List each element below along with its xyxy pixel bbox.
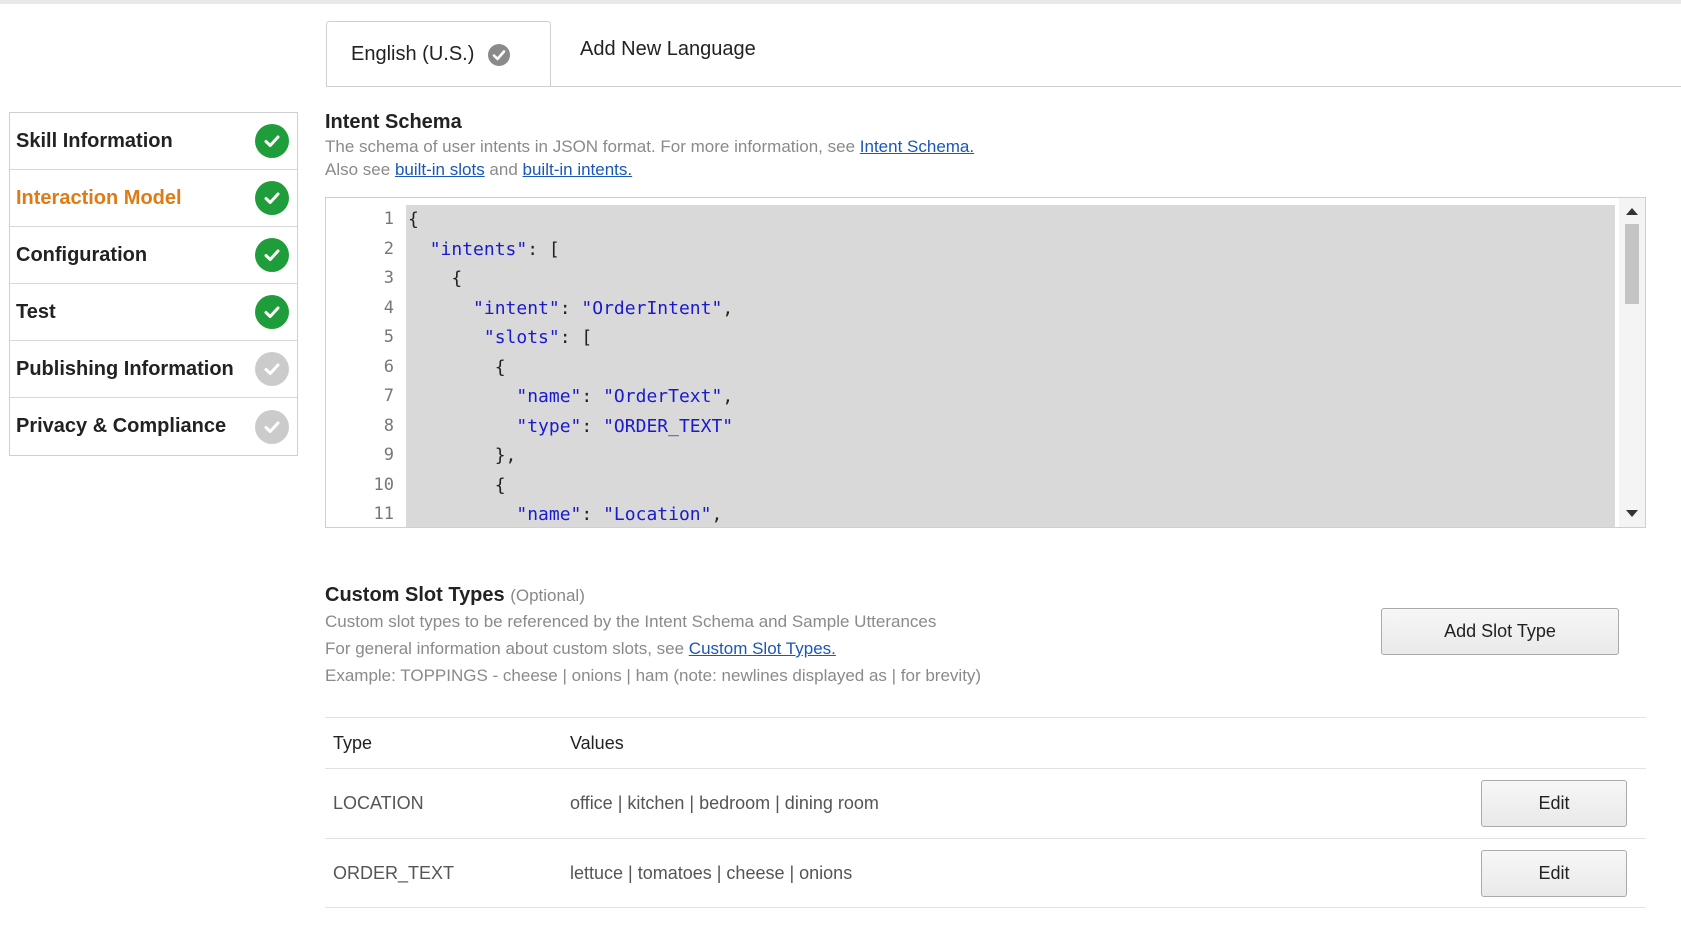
- intent-schema-title: Intent Schema: [325, 111, 462, 133]
- optional-label: (Optional): [510, 586, 585, 605]
- sidebar-item-label: Test: [16, 300, 56, 323]
- custom-slots-info: For general information about custom slo…: [325, 637, 836, 660]
- check-circle-icon: [255, 295, 289, 329]
- desc-text: For general information about custom slo…: [325, 639, 689, 658]
- slot-types-table: Type Values LOCATION office | kitchen | …: [325, 717, 1646, 908]
- custom-slots-description: Custom slot types to be referenced by th…: [325, 612, 937, 631]
- code-line: "intent": "OrderIntent",: [473, 297, 734, 319]
- line-number: 3: [383, 268, 394, 288]
- tab-english-us[interactable]: English (U.S.): [326, 21, 551, 87]
- sidebar-item-skill-information[interactable]: Skill Information: [10, 113, 297, 170]
- built-in-slots-link[interactable]: built-in slots: [395, 160, 485, 179]
- custom-slot-types-link[interactable]: Custom Slot Types.: [689, 639, 836, 658]
- line-number-gutter: 1 2 3 4 5 6 7 8 9 10 11: [326, 205, 402, 527]
- check-circle-icon: [255, 352, 289, 386]
- add-slot-type-button[interactable]: Add Slot Type: [1381, 608, 1619, 655]
- check-circle-icon: [255, 124, 289, 158]
- line-number: 2: [383, 238, 394, 259]
- section-title-text: Custom Slot Types: [325, 584, 505, 606]
- code-line: {: [408, 268, 463, 289]
- custom-slot-types-title: Custom Slot Types (Optional): [325, 584, 585, 607]
- line-number: 8: [383, 415, 394, 436]
- table-header-row: Type Values: [325, 717, 1646, 768]
- line-number: 9: [383, 445, 394, 465]
- desc-text: and: [484, 160, 523, 179]
- sidebar-item-publishing-information[interactable]: Publishing Information: [10, 341, 297, 398]
- code-line: "name": "Location",: [516, 504, 723, 525]
- custom-slots-example: Example: TOPPINGS - cheese | onions | ha…: [325, 666, 982, 685]
- edit-button[interactable]: Edit: [1481, 780, 1627, 827]
- intent-schema-description: The schema of user intents in JSON forma…: [325, 135, 974, 158]
- tabs-divider: [326, 86, 1681, 87]
- intent-schema-editor[interactable]: 1 2 3 4 5 6 7 8 9 10 11 { "intents": [ {…: [325, 197, 1646, 528]
- line-number: 7: [383, 386, 394, 406]
- desc-text: Also see: [325, 160, 395, 179]
- built-in-description: Also see built-in slots and built-in int…: [325, 158, 632, 181]
- tab-add-new-language[interactable]: Add New Language: [580, 38, 756, 61]
- code-line: },: [408, 445, 517, 466]
- line-number: 11: [373, 504, 394, 524]
- check-circle-icon: [255, 181, 289, 215]
- sidebar-item-configuration[interactable]: Configuration: [10, 227, 297, 284]
- edit-button[interactable]: Edit: [1481, 850, 1627, 897]
- code-line: {: [408, 209, 419, 230]
- sidebar-item-label: Skill Information: [16, 129, 173, 152]
- slot-type-cell: ORDER_TEXT: [333, 862, 455, 883]
- column-header-type: Type: [333, 732, 373, 753]
- line-number: 1: [383, 209, 394, 229]
- line-number: 5: [383, 327, 394, 347]
- sidebar-item-test[interactable]: Test: [10, 284, 297, 341]
- sidebar-item-label: Privacy & Compliance: [16, 415, 227, 437]
- sidebar-item-interaction-model[interactable]: Interaction Model: [10, 170, 297, 227]
- code-line: "slots": [: [483, 327, 593, 348]
- code-line: {: [408, 356, 506, 378]
- table-row: ORDER_TEXT lettuce | tomatoes | cheese |…: [325, 838, 1646, 908]
- sidebar-item-privacy-compliance[interactable]: Privacy & Compliance: [10, 398, 297, 455]
- desc-text: The schema of user intents in JSON forma…: [325, 137, 860, 156]
- top-border: [0, 0, 1681, 4]
- line-number: 4: [383, 297, 394, 318]
- slot-values-cell: lettuce | tomatoes | cheese | onions: [570, 862, 853, 883]
- slot-values-cell: office | kitchen | bedroom | dining room: [570, 793, 879, 813]
- sidebar-item-label: Publishing Information: [16, 357, 234, 380]
- sidebar-item-label: Configuration: [16, 243, 148, 266]
- code-line: "intents": [: [429, 238, 560, 260]
- intent-schema-link[interactable]: Intent Schema.: [860, 137, 974, 156]
- sidebar-item-label: Interaction Model: [16, 186, 182, 209]
- scroll-up-icon[interactable]: [1626, 208, 1638, 215]
- line-number: 10: [373, 474, 394, 495]
- scroll-down-icon[interactable]: [1626, 510, 1638, 517]
- code-text-area[interactable]: { "intents": [ { "intent": "OrderIntent"…: [406, 205, 1615, 527]
- editor-scrollbar[interactable]: [1619, 198, 1645, 527]
- table-row: LOCATION office | kitchen | bedroom | di…: [325, 768, 1646, 838]
- code-line: {: [408, 474, 506, 496]
- scroll-thumb[interactable]: [1625, 224, 1639, 304]
- sidebar-nav: Skill Information Interaction Model Conf…: [9, 112, 298, 456]
- check-circle-icon: [255, 409, 289, 444]
- slot-type-cell: LOCATION: [333, 793, 424, 813]
- code-line: "type": "ORDER_TEXT": [516, 415, 734, 437]
- line-number: 6: [383, 356, 394, 377]
- code-line: "name": "OrderText",: [516, 386, 734, 407]
- tab-label: English (U.S.): [351, 43, 475, 65]
- column-header-values: Values: [570, 732, 624, 753]
- check-icon: [488, 43, 511, 66]
- built-in-intents-link[interactable]: built-in intents.: [523, 160, 633, 179]
- check-circle-icon: [255, 238, 289, 272]
